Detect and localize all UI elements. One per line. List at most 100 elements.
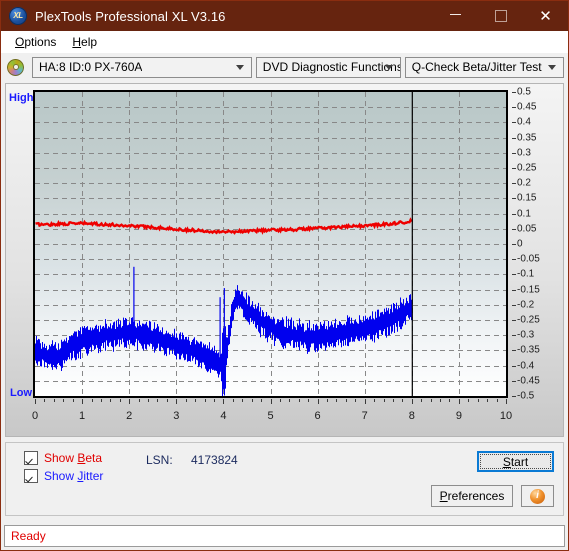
controls-panel: Show Beta Show Jitter LSN: 4173824 Start… — [5, 442, 564, 516]
y-tick-label: 0.45 — [517, 101, 537, 113]
chevron-down-icon — [235, 65, 244, 70]
chevron-down-icon — [548, 65, 556, 70]
x-tick-mark — [440, 399, 442, 402]
toolbar: HA:8 ID:0 PX-760A DVD Diagnostic Functio… — [1, 53, 568, 81]
maximize-button[interactable] — [478, 1, 523, 31]
y-tick-mark — [512, 228, 516, 230]
minimize-button[interactable] — [433, 1, 478, 31]
y-tick-mark — [512, 137, 516, 139]
y-tick-label: 0.4 — [517, 116, 531, 128]
x-tick-mark — [195, 399, 197, 402]
x-tick-mark — [308, 399, 310, 402]
x-tick-mark — [336, 399, 338, 402]
show-beta-prefix: Show — [44, 451, 78, 465]
x-tick-mark — [110, 399, 112, 402]
x-tick-mark — [223, 399, 225, 404]
y-tick-mark — [512, 289, 516, 291]
x-tick-mark — [35, 399, 36, 404]
optical-disc-icon — [7, 58, 24, 76]
start-button-accel: S — [502, 454, 511, 469]
y-tick-label: 0.15 — [517, 192, 537, 204]
y-tick-label: 0.05 — [517, 223, 537, 235]
title-bar: XL PlexTools Professional XL V3.16 ✕ — [1, 1, 568, 31]
y-tick-mark — [512, 183, 516, 185]
status-bar: Ready — [4, 525, 565, 547]
x-tick-mark — [345, 399, 347, 402]
x-tick-mark — [421, 399, 423, 402]
chevron-down-icon — [384, 65, 393, 70]
y-tick-label: -0.1 — [517, 268, 535, 280]
start-button[interactable]: Start — [477, 451, 554, 472]
x-tick-label: 3 — [173, 410, 180, 422]
x-tick-mark — [63, 399, 65, 402]
menu-accel-h: H — [72, 34, 82, 49]
x-tick-mark — [157, 399, 159, 402]
menu-item-help[interactable]: Help — [64, 33, 105, 51]
show-beta-suffix: eta — [85, 451, 103, 465]
x-tick-mark — [317, 399, 319, 404]
plot-area[interactable] — [33, 90, 508, 398]
y-tick-mark — [512, 198, 516, 200]
x-tick-mark — [411, 399, 413, 404]
x-tick-mark — [468, 399, 470, 402]
y-tick-label: -0.05 — [517, 253, 540, 265]
x-tick-mark — [72, 399, 74, 402]
x-tick-mark — [430, 399, 432, 402]
y-tick-label: 0.1 — [517, 208, 531, 220]
y-tick-label: -0.5 — [517, 390, 535, 402]
x-tick-mark — [232, 399, 234, 402]
x-tick-mark — [355, 399, 357, 402]
x-tick-mark — [279, 399, 281, 402]
preferences-button-accel: P — [439, 489, 448, 503]
x-tick-mark — [327, 399, 329, 402]
menu-item-options[interactable]: Options — [7, 33, 64, 51]
info-icon: i — [530, 488, 545, 504]
start-button-label: tart — [510, 454, 529, 469]
drive-select[interactable]: HA:8 ID:0 PX-760A — [32, 56, 252, 78]
y-tick-label: -0.2 — [517, 299, 535, 311]
chart-svg — [35, 92, 506, 396]
x-tick-mark — [251, 399, 253, 402]
x-tick-mark — [242, 399, 244, 402]
window-controls: ✕ — [433, 1, 568, 31]
menu-accel-o: O — [15, 34, 25, 49]
x-tick-label: 0 — [31, 410, 39, 422]
x-tick-label: 8 — [408, 410, 415, 422]
x-tick-mark — [176, 399, 178, 404]
lsn-value: 4173824 — [191, 453, 238, 467]
x-axis-labels: 0 1 2 3 4 5 6 7 8 9 10 — [6, 406, 563, 428]
info-button[interactable]: i — [521, 485, 554, 507]
show-jitter-suffix: itter — [83, 469, 104, 483]
x-tick-label: 5 — [267, 410, 274, 422]
y-tick-mark — [512, 304, 516, 306]
y-tick-label: -0.25 — [517, 314, 540, 326]
close-button[interactable]: ✕ — [523, 1, 568, 31]
jitter-series — [35, 266, 412, 396]
x-tick-label: 4 — [220, 410, 227, 422]
y-tick-label: -0.3 — [517, 329, 535, 341]
y-tick-mark — [512, 92, 516, 93]
show-beta-checkbox[interactable] — [24, 451, 38, 465]
y-tick-mark — [512, 274, 516, 276]
test-select[interactable]: Q-Check Beta/Jitter Test — [404, 56, 564, 78]
show-jitter-checkbox[interactable] — [24, 469, 38, 483]
function-select[interactable]: DVD Diagnostic Functions — [255, 56, 401, 78]
y-tick-mark — [512, 365, 516, 367]
axis-label-high: High — [9, 92, 34, 104]
x-tick-mark — [392, 399, 394, 402]
y-tick-mark — [512, 380, 516, 382]
x-tick-mark — [53, 399, 55, 402]
y-tick-label: -0.4 — [517, 360, 535, 372]
menu-label-options: ptions — [24, 34, 57, 49]
y-tick-label: 0.2 — [517, 177, 531, 189]
preferences-button[interactable]: Preferences — [431, 485, 513, 507]
show-jitter-prefix: Show — [44, 469, 78, 483]
y-tick-label: 0.5 — [517, 86, 531, 98]
x-tick-mark — [261, 399, 263, 402]
y-tick-mark — [512, 213, 516, 215]
x-tick-label: 7 — [361, 410, 368, 422]
x-tick-mark — [44, 399, 46, 402]
x-tick-mark — [477, 399, 479, 402]
x-tick-label: 2 — [126, 410, 133, 422]
x-tick-mark — [100, 399, 102, 402]
